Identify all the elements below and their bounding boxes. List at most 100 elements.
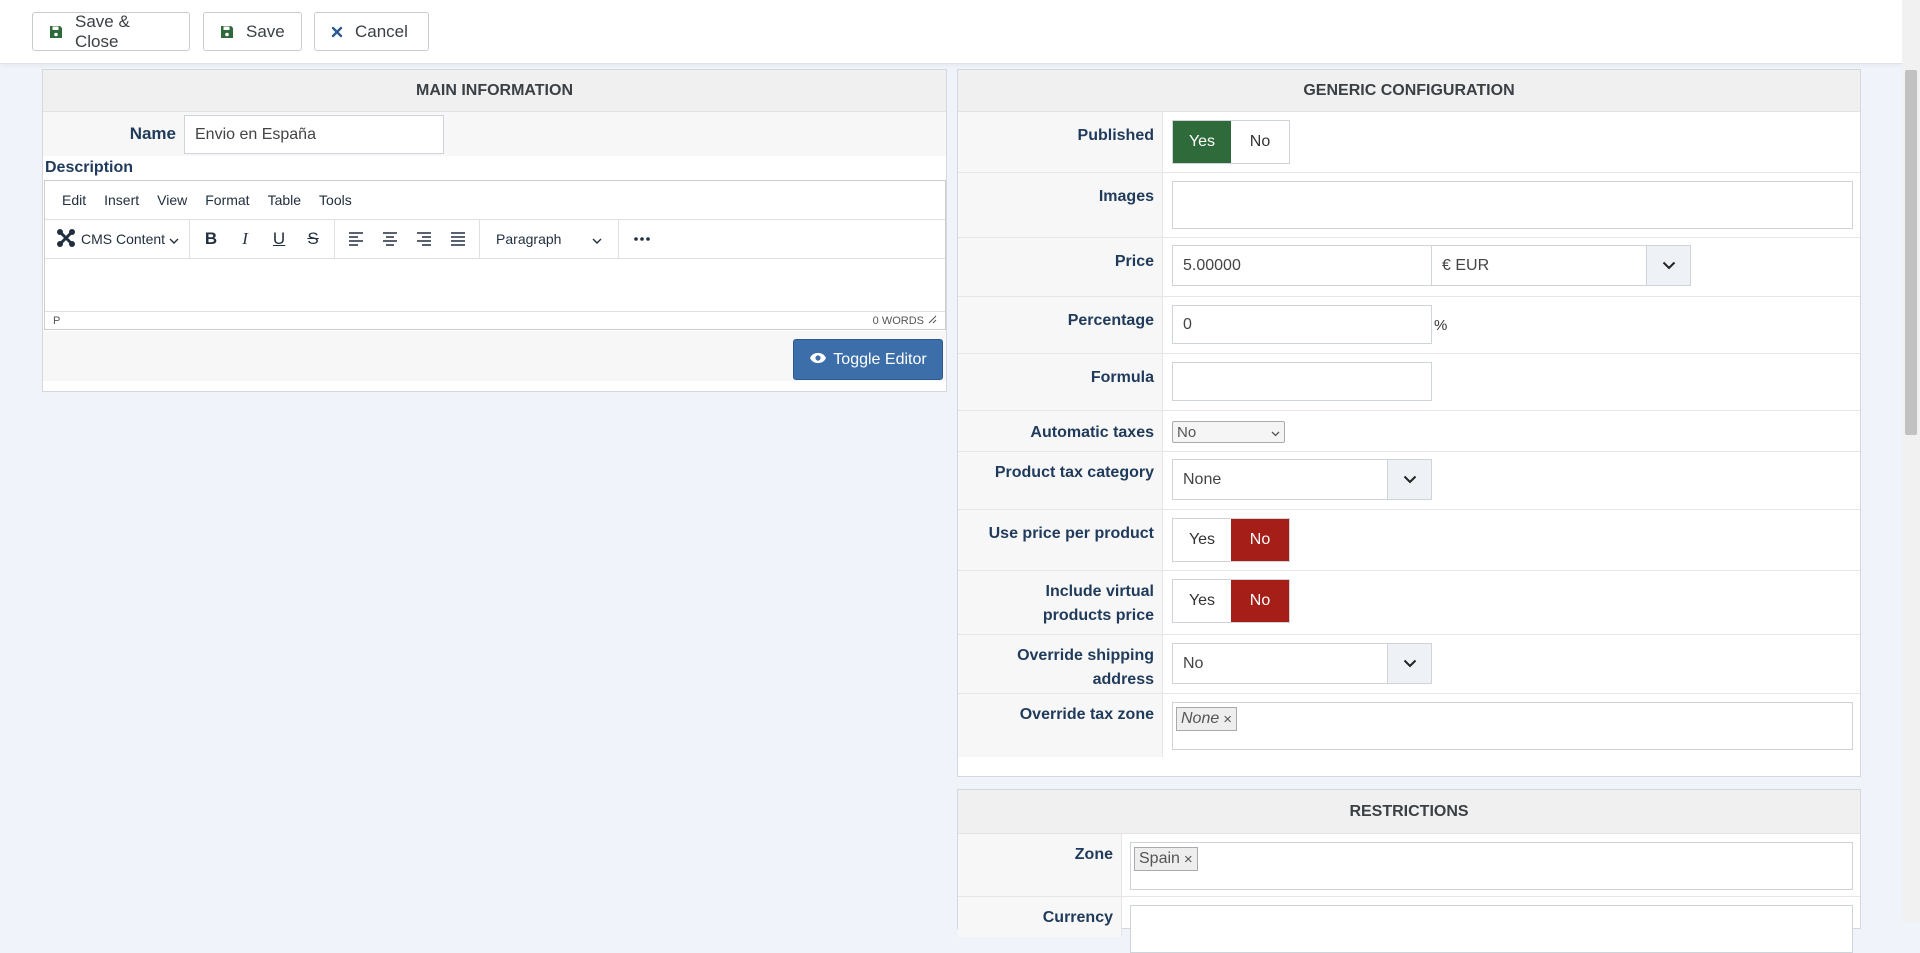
chip-remove-icon[interactable]: × — [1184, 851, 1193, 868]
menu-format[interactable]: Format — [196, 192, 258, 208]
automatic-taxes-row: Automatic taxes No — [958, 411, 1860, 452]
percentage-input[interactable]: 0 — [1172, 305, 1432, 344]
bold-icon[interactable]: B — [194, 224, 228, 254]
override-tax-zone-label: Override tax zone — [1019, 706, 1154, 723]
chip-label: Spain — [1139, 850, 1180, 867]
percent-sign: % — [1434, 317, 1448, 334]
paragraph-label: Paragraph — [496, 231, 562, 247]
menu-edit[interactable]: Edit — [53, 192, 95, 208]
more-icon[interactable] — [625, 224, 659, 254]
use-price-per-product-no-button[interactable]: No — [1231, 519, 1289, 561]
save-icon — [49, 25, 63, 39]
name-label: Name — [129, 124, 176, 143]
menu-view[interactable]: View — [148, 192, 196, 208]
currency-label: Currency — [1042, 909, 1113, 926]
formula-input[interactable] — [1172, 362, 1432, 401]
editor-toolbar: CMS Content B I U S Paragraph — [45, 219, 945, 259]
align-justify-icon[interactable] — [441, 224, 475, 254]
product-tax-category-label: Product tax category — [994, 464, 1154, 481]
editor-content-area[interactable] — [45, 259, 945, 311]
product-tax-category-row: Product tax category None — [958, 452, 1860, 510]
chevron-down-icon — [1646, 246, 1690, 285]
override-shipping-address-label: Override shipping address — [1017, 647, 1154, 688]
description-label: Description — [45, 159, 134, 176]
percentage-label: Percentage — [1067, 312, 1154, 329]
align-right-icon[interactable] — [407, 224, 441, 254]
include-virtual-label-line2: products price — [1042, 607, 1154, 624]
word-count: 0 WORDS — [872, 314, 924, 327]
published-no-button[interactable]: No — [1231, 121, 1289, 163]
cms-content-button[interactable]: CMS Content — [49, 227, 185, 252]
use-price-per-product-toggle: Yes No — [1172, 518, 1290, 562]
menu-insert[interactable]: Insert — [95, 192, 148, 208]
override-shipping-address-select[interactable]: No — [1172, 643, 1432, 684]
published-label: Published — [1077, 127, 1154, 144]
formula-row: Formula — [958, 354, 1860, 411]
editor-statusbar: P 0 WORDS — [45, 311, 945, 329]
align-center-icon[interactable] — [373, 224, 407, 254]
generic-configuration-panel: GENERIC CONFIGURATION Published Yes No I… — [957, 69, 1861, 777]
close-icon — [331, 26, 343, 38]
use-price-per-product-row: Use price per product Yes No — [958, 510, 1860, 571]
editor-menubar: Edit Insert View Format Table Tools — [45, 181, 945, 220]
italic-icon[interactable]: I — [228, 224, 262, 254]
toggle-editor-label: Toggle Editor — [833, 350, 927, 368]
cancel-button[interactable]: Cancel — [314, 12, 429, 51]
restrictions-panel: RESTRICTIONS Zone Spain × Currency — [957, 789, 1861, 953]
menu-tools[interactable]: Tools — [310, 192, 361, 208]
paragraph-select[interactable]: Paragraph — [484, 231, 614, 247]
price-label: Price — [1114, 253, 1154, 270]
toggle-editor-bar: Toggle Editor — [43, 331, 946, 381]
images-field[interactable] — [1172, 181, 1853, 229]
toolbar: Save & Close Save Cancel — [0, 0, 1902, 64]
include-virtual-label-line1: Include virtual — [1045, 583, 1154, 600]
scroll-thumb[interactable] — [1905, 70, 1917, 435]
save-close-button[interactable]: Save & Close — [32, 12, 190, 51]
name-input[interactable]: Envio en España — [184, 115, 444, 154]
product-tax-category-select[interactable]: None — [1172, 459, 1432, 500]
save-icon — [220, 25, 234, 39]
underline-icon[interactable]: U — [262, 224, 296, 254]
element-path[interactable]: P — [53, 315, 60, 327]
generic-configuration-title: GENERIC CONFIGURATION — [958, 70, 1860, 112]
use-price-per-product-label: Use price per product — [988, 525, 1154, 542]
chevron-down-icon — [592, 231, 602, 247]
align-group — [335, 219, 481, 259]
formula-label: Formula — [1090, 369, 1154, 386]
save-close-label: Save & Close — [75, 11, 130, 51]
use-price-per-product-yes-button[interactable]: Yes — [1173, 519, 1231, 561]
align-left-icon[interactable] — [339, 224, 373, 254]
chevron-down-icon — [1387, 644, 1431, 683]
include-virtual-no-button[interactable]: No — [1231, 580, 1289, 622]
joomla-icon — [55, 227, 77, 252]
images-label: Images — [1098, 188, 1154, 205]
main-information-title: MAIN INFORMATION — [43, 70, 946, 112]
format-group: B I U S — [190, 219, 336, 259]
toggle-editor-button[interactable]: Toggle Editor — [793, 339, 943, 380]
zone-field[interactable]: Spain × — [1130, 842, 1853, 890]
price-input[interactable]: 5.00000 — [1172, 245, 1432, 286]
currency-select[interactable]: € EUR — [1431, 245, 1691, 286]
currency-field[interactable] — [1130, 905, 1853, 953]
chip-remove-icon[interactable]: × — [1223, 711, 1232, 728]
automatic-taxes-value: No — [1177, 423, 1197, 441]
resize-handle-icon[interactable] — [928, 315, 937, 327]
menu-table[interactable]: Table — [259, 192, 310, 208]
automatic-taxes-select[interactable]: No — [1172, 421, 1285, 443]
main-information-panel: MAIN INFORMATION Name Envio en España De… — [42, 69, 947, 392]
include-virtual-products-price-label: Include virtual products price — [1043, 580, 1154, 628]
include-virtual-yes-button[interactable]: Yes — [1173, 580, 1231, 622]
cancel-label: Cancel — [355, 21, 408, 41]
override-tax-zone-field[interactable]: None × — [1172, 702, 1853, 750]
zone-row: Zone Spain × — [958, 834, 1860, 897]
page-scrollbar[interactable] — [1902, 0, 1920, 922]
price-row: Price 5.00000 € EUR — [958, 238, 1860, 297]
override-tax-zone-row: Override tax zone None × — [958, 694, 1860, 757]
cms-content-label: CMS Content — [81, 231, 166, 247]
save-button[interactable]: Save — [203, 12, 302, 51]
published-yes-button[interactable]: Yes — [1173, 121, 1231, 163]
automatic-taxes-label: Automatic taxes — [1030, 424, 1154, 441]
description-editor: Edit Insert View Format Table Tools CMS … — [44, 180, 946, 330]
chevron-down-icon — [1387, 460, 1431, 499]
strikethrough-icon[interactable]: S — [296, 224, 330, 254]
